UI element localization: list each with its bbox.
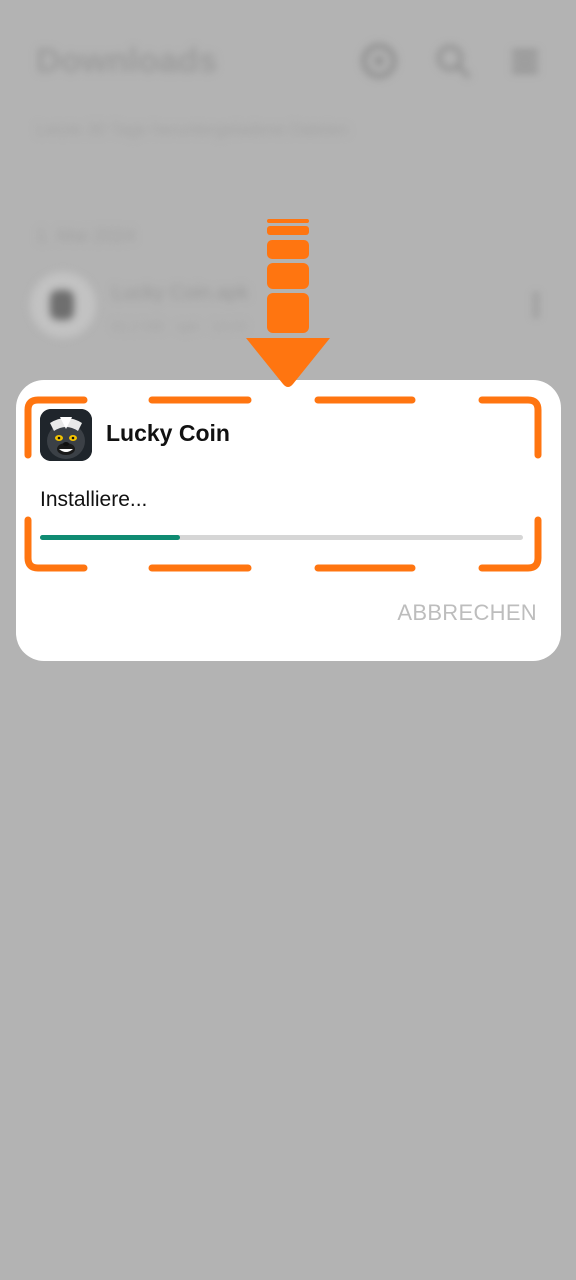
apk-file-icon: [50, 290, 74, 320]
install-dialog: Lucky Coin Installiere... ABBRECHEN: [16, 380, 561, 661]
page-subtitle: Letzte 30 Tage heruntergeladene Dateien: [36, 120, 349, 139]
settings-icon: [361, 43, 397, 79]
search-icon: [437, 45, 470, 78]
file-name: Lucky Coin.apk: [112, 282, 249, 304]
install-status: Installiere...: [40, 488, 148, 511]
app-name: Lucky Coin: [106, 420, 230, 446]
install-progress-bar: [40, 535, 523, 540]
date-header: 1. Mai 2024: [36, 226, 136, 247]
menu-icon: [512, 50, 538, 73]
file-thumbnail: [30, 272, 96, 338]
file-meta: 81,2 MB · apk · 10:23: [112, 318, 247, 334]
more-vertical-icon: [533, 293, 539, 317]
cancel-button[interactable]: ABBRECHEN: [397, 600, 537, 626]
install-progress-fill: [40, 535, 181, 540]
page-title: Downloads: [36, 42, 218, 80]
lucky-coin-app-icon: [40, 409, 92, 461]
